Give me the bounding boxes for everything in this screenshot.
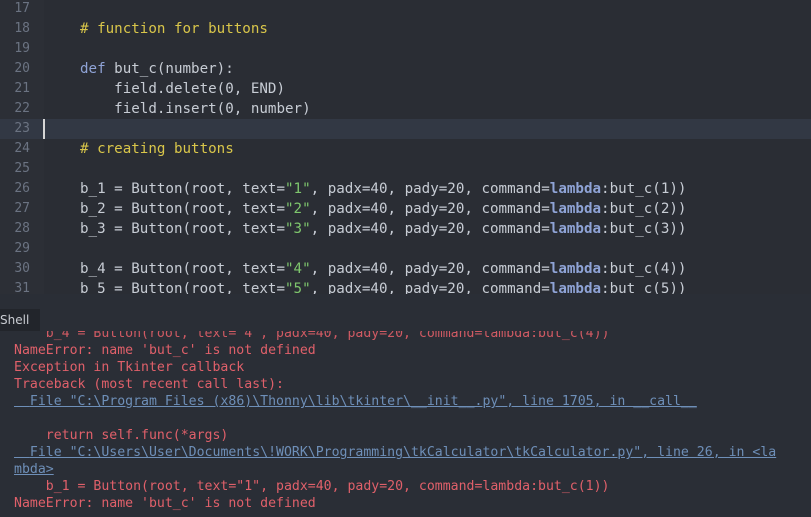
code-token: b_1 = Button(root, text= <box>80 181 285 197</box>
code-line[interactable]: 30 b_4 = Button(root, text="4", padx=40, … <box>0 259 811 279</box>
code-token: :but_c(4)) <box>601 261 687 277</box>
code-line[interactable]: 22 field.insert(0, number) <box>0 99 811 119</box>
code-line[interactable]: 28 b_3 = Button(root, text="3", padx=40, … <box>0 219 811 239</box>
code-token: , padx=40, pady=20, command= <box>310 201 550 217</box>
code-token: :but_c(1)) <box>601 181 687 197</box>
line-number: 18 <box>14 21 30 36</box>
code-token: b_2 = Button(root, text= <box>80 201 285 217</box>
code-line[interactable]: 21 field.delete(0, END) <box>0 79 811 99</box>
code-line[interactable]: 24 # creating buttons <box>0 139 811 159</box>
code-token: lambda <box>549 181 602 197</box>
code-text: # creating buttons <box>80 139 234 159</box>
code-line[interactable]: 25 <box>0 159 811 179</box>
code-token: field.delete(0, END) <box>80 81 285 97</box>
code-text: field.delete(0, END) <box>80 79 285 99</box>
code-token: "2" <box>285 201 311 217</box>
traceback-file-link[interactable]: File "C:\Users\User\Documents\!WORK\Prog… <box>14 444 784 478</box>
shell-tab-bar <box>40 309 811 331</box>
code-text: # function for buttons <box>80 19 268 39</box>
shell-output-line: Traceback (most recent call last): <box>14 377 284 392</box>
code-token: "4" <box>285 261 311 277</box>
code-line[interactable]: 29 <box>0 239 811 259</box>
code-line[interactable]: 27 b_2 = Button(root, text="2", padx=40, … <box>0 199 811 219</box>
shell-output-line: NameError: name 'but_c' is not defined <box>14 343 316 358</box>
code-line[interactable]: 31 b_5 = Button(root, text="5", padx=40, … <box>0 279 811 294</box>
code-line[interactable]: 26 b_1 = Button(root, text="1", padx=40, … <box>0 179 811 199</box>
shell-output-line: return self.func(*args) <box>14 428 229 443</box>
traceback-file-link[interactable]: File "C:\Program Files (x86)\Thonny\lib\… <box>14 393 784 427</box>
code-token: field.insert(0, number) <box>80 101 311 117</box>
code-text: b_4 = Button(root, text="4", padx=40, pa… <box>80 259 686 279</box>
line-number: 17 <box>14 1 30 16</box>
code-line[interactable]: 17 <box>0 0 811 19</box>
line-number: 20 <box>14 61 30 76</box>
line-number: 26 <box>14 181 30 196</box>
code-token: :but_c(3)) <box>601 221 687 237</box>
code-line[interactable]: 18 # function for buttons <box>0 19 811 39</box>
code-token: , padx=40, pady=20, command= <box>310 221 550 237</box>
code-token: lambda <box>549 201 602 217</box>
code-token: but_c(number): <box>105 61 234 77</box>
code-text: b_2 = Button(root, text="2", padx=40, pa… <box>80 199 686 219</box>
line-number: 21 <box>14 81 30 96</box>
code-token: , padx=40, pady=20, command= <box>310 181 550 197</box>
line-number: 27 <box>14 201 30 216</box>
code-token: , padx=40, pady=20, command= <box>310 261 550 277</box>
line-number: 30 <box>14 261 30 276</box>
line-number: 22 <box>14 101 30 116</box>
shell-tab[interactable]: Shell <box>0 309 40 331</box>
code-token: lambda <box>549 281 602 294</box>
code-text: b_3 = Button(root, text="3", padx=40, pa… <box>80 219 686 239</box>
code-token: def <box>80 61 106 77</box>
code-line[interactable]: 20 def but_c(number): <box>0 59 811 79</box>
code-token: # function for buttons <box>80 21 268 37</box>
code-text: field.insert(0, number) <box>80 99 311 119</box>
code-token: lambda <box>549 261 602 277</box>
code-token: "1" <box>285 181 311 197</box>
code-token: lambda <box>549 221 602 237</box>
code-line[interactable]: 23 <box>0 119 811 139</box>
code-text: b_5 = Button(root, text="5", padx=40, pa… <box>80 279 686 294</box>
shell-output-line: b_1 = Button(root, text="1", padx=40, pa… <box>14 479 610 494</box>
line-number: 24 <box>14 141 30 156</box>
line-number: 28 <box>14 221 30 236</box>
line-number: 25 <box>14 161 30 176</box>
code-token: :but_c(5)) <box>601 281 687 294</box>
code-token: b_3 = Button(root, text= <box>80 221 285 237</box>
code-line[interactable]: 19 <box>0 39 811 59</box>
line-number: 31 <box>14 281 30 294</box>
code-text: b_1 = Button(root, text="1", padx=40, pa… <box>80 179 686 199</box>
line-number: 29 <box>14 241 30 256</box>
shell-output-line: NameError: name 'but_c' is not defined <box>14 496 316 511</box>
shell-panel[interactable]: Shell b_4 = Button(root, text="4", padx=… <box>0 299 811 517</box>
line-number: 19 <box>14 41 30 56</box>
code-text: def but_c(number): <box>80 59 234 79</box>
code-token: , padx=40, pady=20, command= <box>310 281 550 294</box>
line-number: 23 <box>14 121 30 136</box>
text-cursor <box>43 119 45 139</box>
code-token: b_5 = Button(root, text= <box>80 281 285 294</box>
code-editor[interactable]: 17 18 # function for buttons 19 20 def but_c(… <box>0 0 811 294</box>
code-token: "3" <box>285 221 311 237</box>
code-token: b_4 = Button(root, text= <box>80 261 285 277</box>
code-token: :but_c(2)) <box>601 201 687 217</box>
shell-output-line: Exception in Tkinter callback <box>14 360 245 375</box>
code-token: # creating buttons <box>80 141 234 157</box>
code-token: "5" <box>285 281 311 294</box>
